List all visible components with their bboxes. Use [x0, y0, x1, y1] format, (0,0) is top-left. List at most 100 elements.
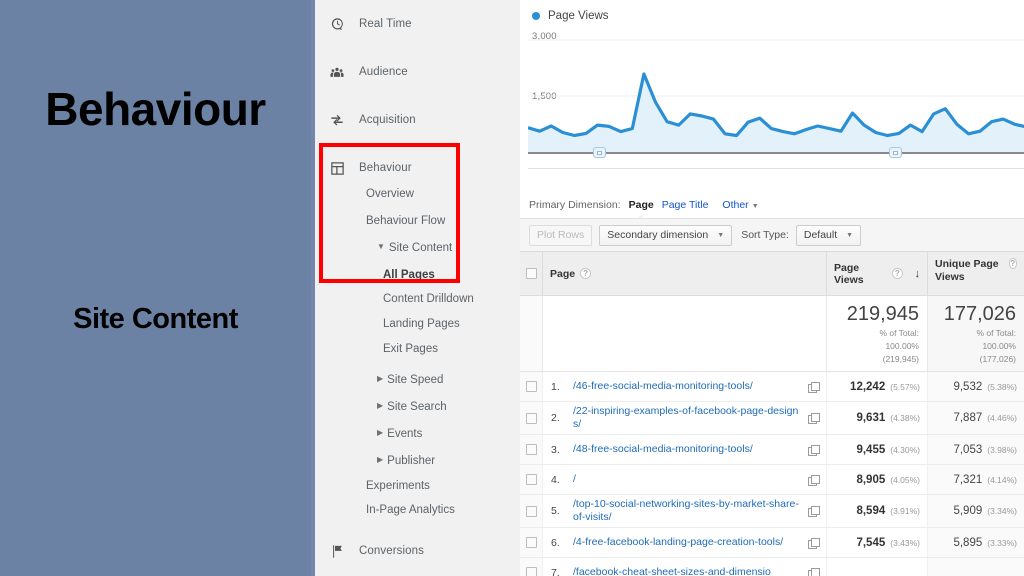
sidebar-item-site-speed[interactable]: ▶ Site Speed [315, 366, 520, 393]
sidebar-item-overview[interactable]: Overview [315, 180, 520, 207]
chart-divider [528, 168, 1024, 169]
sidebar-item-behaviour-flow[interactable]: Behaviour Flow [315, 207, 520, 234]
sidebar-item-audience[interactable]: Audience [315, 48, 520, 96]
sidebar-item-all-pages[interactable]: All Pages [315, 261, 520, 288]
sort-type-value: Default [803, 229, 838, 241]
row-page-link[interactable]: /facebook-cheat-sheet-sizes-and-dimensio [573, 566, 808, 576]
chart-legend[interactable]: Page Views [532, 10, 609, 22]
open-in-new-window-icon[interactable] [808, 381, 820, 393]
open-in-new-window-icon[interactable] [808, 567, 820, 576]
table-row[interactable]: 1. /46-free-social-media-monitoring-tools… [520, 372, 1024, 402]
page-views-chart: Page Views 3,000 1,500 [520, 0, 1024, 186]
table-row[interactable]: 6. /4-free-facebook-landing-page-creation… [520, 528, 1024, 558]
row-page-link[interactable]: /46-free-social-media-monitoring-tools/ [573, 380, 808, 393]
annotation-marker[interactable] [889, 147, 903, 158]
primary-dimension-label: Primary Dimension: [529, 199, 621, 211]
sidebar-item-acquisition[interactable]: Acquisition [315, 96, 520, 144]
open-in-new-window-icon[interactable] [808, 506, 820, 517]
sidebar-item-real-time[interactable]: Real Time [315, 0, 520, 48]
row-page-link[interactable]: /22-inspiring-examples-of-facebook-page-… [573, 405, 808, 431]
plot-rows-button[interactable]: Plot Rows [529, 224, 593, 246]
row-page-cell: 1. /46-free-social-media-monitoring-tools… [542, 372, 826, 401]
chevron-down-icon: ▼ [751, 203, 759, 210]
help-icon[interactable]: ? [580, 268, 592, 279]
row-page-views-value: 12,242 [850, 380, 886, 393]
sidebar-item-events[interactable]: ▶ Events [315, 420, 520, 447]
help-icon[interactable]: ? [1008, 258, 1017, 269]
row-checkbox-cell[interactable] [520, 402, 542, 434]
table-body: 1. /46-free-social-media-monitoring-tools… [520, 372, 1024, 576]
table-row[interactable]: 2. /22-inspiring-examples-of-facebook-pag… [520, 402, 1024, 435]
column-header-page[interactable]: Page ? [542, 252, 826, 295]
row-checkbox-cell[interactable] [520, 435, 542, 464]
row-checkbox[interactable] [525, 381, 537, 392]
primary-dimension-other[interactable]: Other ▼ [722, 199, 758, 211]
row-checkbox[interactable] [525, 474, 537, 485]
sidebar-item-site-search[interactable]: ▶ Site Search [315, 393, 520, 420]
open-in-new-window-icon[interactable] [808, 413, 820, 424]
open-in-new-window-icon[interactable] [808, 537, 820, 549]
row-page-link[interactable]: /4-free-facebook-landing-page-creation-t… [573, 536, 808, 549]
sidebar-item-label: Conversions [359, 545, 425, 557]
select-all-checkbox[interactable] [525, 268, 537, 279]
annotation-marker-glyph [597, 150, 603, 155]
row-index: 1. [551, 380, 560, 393]
behaviour-layout-icon [315, 161, 359, 176]
row-checkbox-cell[interactable] [520, 465, 542, 494]
analytics-sidebar: Real Time Audience Acquisition Behaviour… [311, 0, 520, 576]
sidebar-item-conversions[interactable]: Conversions [315, 527, 520, 575]
table-row[interactable]: 4. / 8,905 (4.05%) 7,321 (4.14%) [520, 465, 1024, 495]
sidebar-subitem-label: Publisher [387, 454, 436, 467]
row-unique-page-views-pct: (3.33%) [987, 537, 1017, 548]
row-checkbox-cell[interactable] [520, 558, 542, 576]
summary-unique-page-views-total: 177,026 [943, 303, 1016, 325]
row-page-link[interactable]: /top-10-social-networking-sites-by-marke… [573, 498, 808, 524]
sidebar-item-exit-pages[interactable]: Exit Pages [315, 335, 520, 362]
table-row[interactable]: 5. /top-10-social-networking-sites-by-mar… [520, 495, 1024, 528]
column-header-unique-page-views[interactable]: Unique Page Views ? [927, 252, 1024, 295]
sidebar-subitem-label: Site Content [388, 241, 453, 254]
row-page-link[interactable]: /48-free-social-media-monitoring-tools/ [573, 443, 808, 456]
row-unique-page-views-pct: (3.98%) [987, 444, 1017, 455]
sort-type-select[interactable]: Default ▼ [795, 224, 862, 246]
screenshot-root: Behaviour Site Content Real Time Audienc… [0, 0, 1024, 576]
table-row[interactable]: 3. /48-free-social-media-monitoring-tools… [520, 435, 1024, 465]
sidebar-subitem-label: Site Search [387, 400, 447, 413]
annotation-marker[interactable] [593, 147, 607, 158]
sidebar-item-label: Behaviour [359, 162, 412, 174]
row-page-views-value: 8,594 [856, 505, 886, 517]
row-page-views-pct: (3.43%) [890, 537, 920, 548]
sidebar-item-experiments[interactable]: Experiments [315, 472, 520, 499]
row-checkbox[interactable] [525, 505, 537, 517]
callout-title: Behaviour [45, 83, 266, 135]
secondary-dimension-button[interactable]: Secondary dimension ▼ [599, 224, 733, 246]
sidebar-item-content-drilldown[interactable]: Content Drilldown [315, 285, 520, 312]
select-all-header[interactable] [520, 252, 542, 295]
table-row[interactable]: 7. /facebook-cheat-sheet-sizes-and-dimens… [520, 558, 1024, 576]
row-page-views-pct: (4.30%) [890, 444, 920, 455]
open-in-new-window-icon[interactable] [808, 444, 820, 456]
row-checkbox[interactable] [525, 567, 537, 576]
row-checkbox-cell[interactable] [520, 372, 542, 401]
primary-dimension-page-title[interactable]: Page Title [662, 199, 709, 211]
sidebar-item-landing-pages[interactable]: Landing Pages [315, 310, 520, 337]
row-checkbox-cell[interactable] [520, 495, 542, 527]
row-checkbox[interactable] [525, 444, 537, 455]
row-checkbox[interactable] [525, 412, 537, 424]
row-page-cell: 4. / [542, 465, 826, 494]
sidebar-item-publisher[interactable]: ▶ Publisher [315, 447, 520, 474]
chart-plot-area [528, 39, 1024, 152]
help-icon[interactable]: ? [892, 268, 903, 279]
row-page-cell: 2. /22-inspiring-examples-of-facebook-pag… [542, 402, 826, 434]
legend-color-dot [532, 12, 540, 20]
row-checkbox-cell[interactable] [520, 528, 542, 557]
row-page-link[interactable]: / [573, 473, 808, 486]
sidebar-item-site-content[interactable]: ▼ Site Content [315, 234, 520, 261]
row-page-views-pct: (4.05%) [890, 474, 920, 485]
column-header-page-views[interactable]: Page Views ? ↓ [826, 252, 927, 295]
sidebar-item-in-page-analytics[interactable]: In-Page Analytics [315, 496, 520, 523]
summary-page-views-of-total-label: % of Total: [879, 328, 919, 338]
row-checkbox[interactable] [525, 537, 537, 548]
open-in-new-window-icon[interactable] [808, 474, 820, 486]
primary-dimension-page[interactable]: Page [629, 199, 654, 220]
